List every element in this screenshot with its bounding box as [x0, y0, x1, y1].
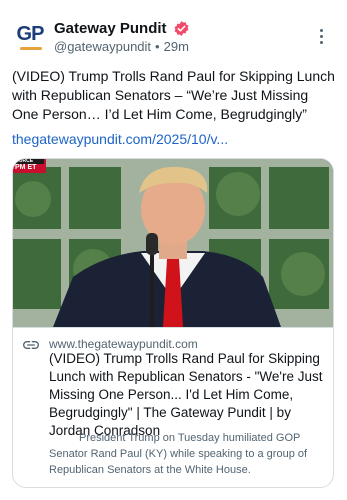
display-name[interactable]: Gateway Pundit	[54, 20, 167, 37]
meta-separator: •	[155, 39, 160, 54]
timestamp[interactable]: 29m	[164, 39, 189, 54]
card-image[interactable]: OURCE PM ET	[13, 159, 333, 327]
meta-row: @gatewaypundit • 29m	[54, 39, 189, 54]
card-photo	[13, 159, 333, 327]
post-link[interactable]: thegatewaypundit.com/2025/10/v...	[12, 130, 335, 149]
post-header: GP Gateway Pundit @gatewaypundit • 29m	[12, 16, 335, 60]
name-row: Gateway Pundit	[54, 20, 190, 37]
card-title[interactable]: (VIDEO) Trump Trolls Rand Paul for Skipp…	[49, 350, 329, 440]
video-source-badge: OURCE PM ET	[13, 159, 46, 173]
post-text: (VIDEO) Trump Trolls Rand Paul for Skipp…	[12, 68, 335, 122]
card-body[interactable]: www.thegatewaypundit.com (VIDEO) Trump T…	[13, 327, 333, 487]
avatar-logo-swoosh	[20, 47, 42, 50]
handle[interactable]: @gatewaypundit	[54, 39, 151, 54]
badge-bottom-text: PM ET	[15, 164, 37, 171]
avatar-logo: GP	[16, 23, 45, 45]
more-options-icon[interactable]	[311, 26, 331, 46]
link-preview-card[interactable]: OURCE PM ET www.thegatewaypundit.com (VI…	[12, 158, 334, 488]
verified-badge-icon	[174, 21, 188, 36]
card-domain: www.thegatewaypundit.com	[49, 337, 198, 351]
avatar[interactable]: GP	[14, 18, 46, 50]
link-icon	[23, 340, 39, 349]
card-description: President Trump on Tuesday humiliated GO…	[49, 432, 308, 476]
